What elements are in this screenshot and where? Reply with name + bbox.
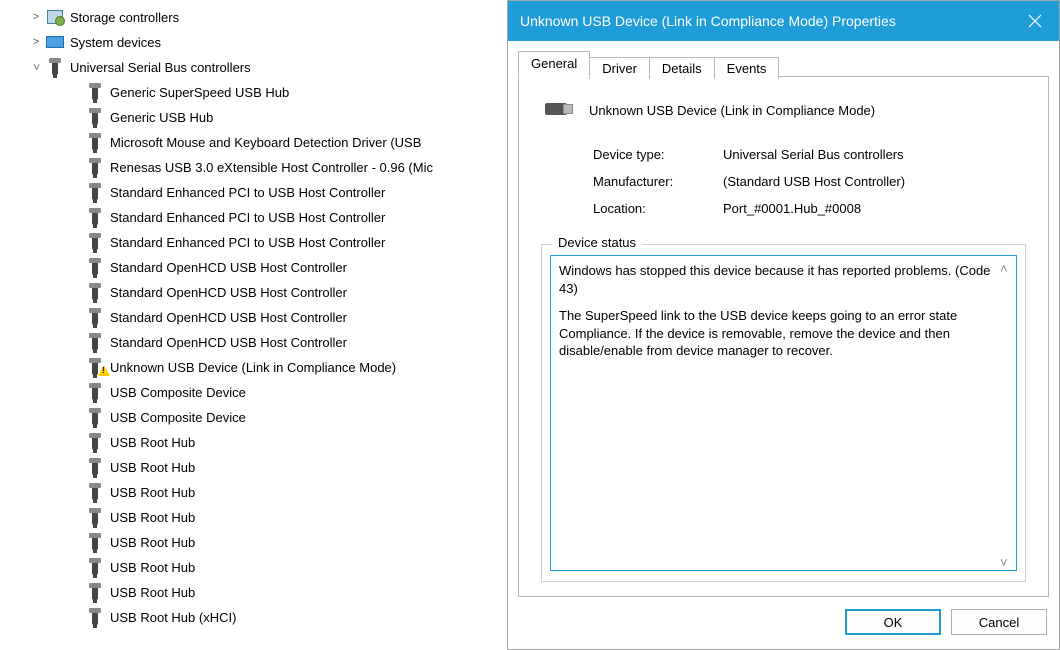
storage-icon (44, 8, 66, 26)
tree-item-label: Standard Enhanced PCI to USB Host Contro… (110, 209, 385, 225)
usb-icon (84, 233, 106, 251)
usb-icon (84, 283, 106, 301)
device-type-value: Universal Serial Bus controllers (723, 147, 1026, 162)
tree-item-label: Microsoft Mouse and Keyboard Detection D… (110, 134, 421, 150)
chevron-down-icon[interactable]: > (28, 61, 44, 73)
tab-panel-general: Unknown USB Device (Link in Compliance M… (518, 76, 1049, 597)
tree-item-label: Standard Enhanced PCI to USB Host Contro… (110, 184, 385, 200)
tree-item-label: Standard Enhanced PCI to USB Host Contro… (110, 234, 385, 250)
close-icon (1028, 14, 1042, 28)
chevron-right-icon[interactable]: > (28, 36, 44, 48)
tree-item-label: Storage controllers (70, 9, 179, 25)
usb-icon (84, 383, 106, 401)
tree-item-label: USB Root Hub (xHCI) (110, 609, 236, 625)
usb-icon (84, 308, 106, 326)
tree-item-label: USB Root Hub (110, 509, 195, 525)
usb-icon (84, 508, 106, 526)
cancel-button[interactable]: Cancel (951, 609, 1047, 635)
tab-driver[interactable]: Driver (589, 57, 650, 79)
tabstrip: General Driver Details Events (518, 51, 1049, 77)
properties-dialog: Unknown USB Device (Link in Compliance M… (507, 0, 1060, 650)
scroll-up-icon[interactable]: ˄ (1000, 260, 1012, 272)
tab-events[interactable]: Events (714, 57, 780, 79)
tree-item-label: Standard OpenHCD USB Host Controller (110, 334, 347, 350)
usb-icon (84, 433, 106, 451)
tree-item-label: Universal Serial Bus controllers (70, 59, 251, 75)
usb-icon (84, 333, 106, 351)
tree-item-label: USB Composite Device (110, 409, 246, 425)
tree-item-label: USB Root Hub (110, 434, 195, 450)
dialog-titlebar[interactable]: Unknown USB Device (Link in Compliance M… (508, 1, 1059, 41)
tree-item-label: USB Root Hub (110, 484, 195, 500)
usb-icon (84, 458, 106, 476)
tab-general[interactable]: General (518, 51, 590, 77)
usb-icon (84, 258, 106, 276)
tree-item-label: USB Composite Device (110, 384, 246, 400)
usb-icon (84, 133, 106, 151)
tree-item-label: Generic SuperSpeed USB Hub (110, 84, 289, 100)
location-label: Location: (593, 201, 723, 216)
usb-icon (44, 58, 66, 76)
tree-item-label: Standard OpenHCD USB Host Controller (110, 309, 347, 325)
device-status-legend: Device status (552, 235, 642, 250)
tree-item-label: USB Root Hub (110, 559, 195, 575)
manufacturer-value: (Standard USB Host Controller) (723, 174, 1026, 189)
tree-item-label: Generic USB Hub (110, 109, 213, 125)
tree-item-label: Renesas USB 3.0 eXtensible Host Controll… (110, 159, 433, 175)
usb-icon (84, 483, 106, 501)
location-value: Port_#0001.Hub_#0008 (723, 201, 1026, 216)
tab-label: Driver (602, 61, 637, 76)
tree-item-label: Standard OpenHCD USB Host Controller (110, 284, 347, 300)
usb-icon (84, 183, 106, 201)
tab-label: Details (662, 61, 702, 76)
tab-label: Events (727, 61, 767, 76)
button-label: Cancel (979, 615, 1019, 630)
dialog-title: Unknown USB Device (Link in Compliance M… (520, 13, 1011, 29)
tree-item-label: USB Root Hub (110, 459, 195, 475)
usb-plug-icon (541, 99, 575, 121)
device-status-text[interactable]: Windows has stopped this device because … (550, 255, 1017, 571)
tab-details[interactable]: Details (649, 57, 715, 79)
status-line: Windows has stopped this device because … (559, 262, 998, 297)
usb-icon (84, 208, 106, 226)
manufacturer-label: Manufacturer: (593, 174, 723, 189)
button-label: OK (884, 615, 903, 630)
scroll-down-icon[interactable]: ˅ (1000, 554, 1012, 566)
usb-icon (84, 408, 106, 426)
close-button[interactable] (1011, 1, 1059, 41)
usb-icon (84, 108, 106, 126)
warning-icon (98, 365, 110, 376)
tree-item-label: System devices (70, 34, 161, 50)
usb-icon (84, 583, 106, 601)
usb-icon (84, 558, 106, 576)
status-line: The SuperSpeed link to the USB device ke… (559, 307, 998, 360)
device-name: Unknown USB Device (Link in Compliance M… (589, 103, 875, 118)
device-type-label: Device type: (593, 147, 723, 162)
usb-icon (84, 83, 106, 101)
usb-icon (84, 158, 106, 176)
usb-icon (84, 608, 106, 626)
chevron-right-icon[interactable]: > (28, 11, 44, 23)
system-icon (44, 33, 66, 51)
usb-icon (84, 533, 106, 551)
tree-item-label: USB Root Hub (110, 534, 195, 550)
tree-item-label: Unknown USB Device (Link in Compliance M… (110, 359, 396, 375)
ok-button[interactable]: OK (845, 609, 941, 635)
device-status-group: Device status Windows has stopped this d… (541, 244, 1026, 582)
tree-item-label: Standard OpenHCD USB Host Controller (110, 259, 347, 275)
tree-item-label: USB Root Hub (110, 584, 195, 600)
tab-label: General (531, 56, 577, 71)
